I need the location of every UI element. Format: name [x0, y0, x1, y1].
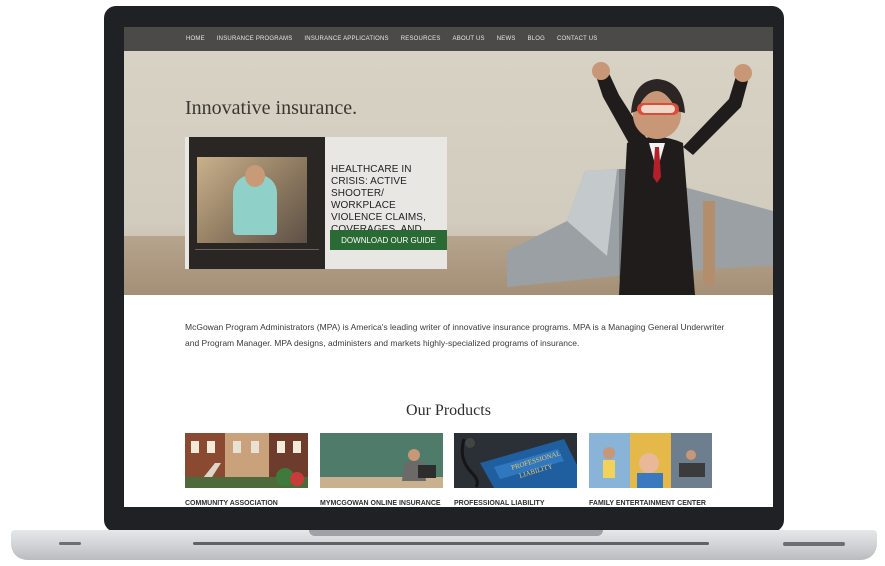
- laptop-port-right: [783, 542, 845, 546]
- nav-blog[interactable]: BLOG: [528, 36, 545, 42]
- hero-title: Innovative insurance.: [185, 97, 358, 119]
- laptop-base-notch: [309, 530, 603, 536]
- guide-promo-card: HEALTHCARE IN CRISIS: ACTIVE SHOOTER/ WO…: [185, 137, 447, 269]
- product-label: FAMILY ENTERTAINMENT CENTER INSURANCE: [589, 500, 706, 507]
- top-navigation: HOME INSURANCE PROGRAMS INSURANCE APPLIC…: [124, 27, 773, 51]
- product-label: PROFESSIONAL LIABILITY INSURANCE: [454, 500, 545, 507]
- nav-resources[interactable]: RESOURCES: [401, 36, 441, 42]
- hero-banner: Innovative insurance. HEALTHCARE IN CRIS…: [124, 51, 773, 295]
- product-image-family-fun: [589, 433, 712, 488]
- laptop-base: [11, 530, 877, 560]
- nav-news[interactable]: NEWS: [497, 36, 516, 42]
- nav-insurance-applications[interactable]: INSURANCE APPLICATIONS: [304, 36, 388, 42]
- guide-cover-footer: [195, 249, 319, 264]
- products-heading: Our Products: [406, 402, 491, 419]
- nav-about-us[interactable]: ABOUT US: [453, 36, 485, 42]
- nav-home[interactable]: HOME: [186, 36, 205, 42]
- laptop-port-left: [59, 542, 81, 545]
- product-image-townhouses: [185, 433, 308, 488]
- product-family-entertainment-center[interactable]: FAMILY ENTERTAINMENT CENTER INSURANCE: [589, 433, 712, 507]
- product-mymcgowan-online[interactable]: MYMCGOWAN ONLINE INSURANCE: [320, 433, 443, 507]
- guide-cover-person-head: [245, 165, 265, 187]
- download-guide-button[interactable]: DOWNLOAD OUR GUIDE: [330, 230, 447, 250]
- product-image-stethoscope-book: PROFESSIONAL LIABILITY: [454, 433, 577, 488]
- intro-paragraph: McGowan Program Administrators (MPA) is …: [185, 322, 725, 348]
- product-professional-liability[interactable]: PROFESSIONAL LIABILITY PROFESSIONAL LIAB…: [454, 433, 577, 507]
- website-screen: HOME INSURANCE PROGRAMS INSURANCE APPLIC…: [124, 27, 773, 507]
- product-label: COMMUNITY ASSOCIATION INSURANCE: [185, 500, 278, 507]
- nav-contact-us[interactable]: CONTACT US: [557, 36, 597, 42]
- nav-insurance-programs[interactable]: INSURANCE PROGRAMS: [217, 36, 293, 42]
- product-label: MYMCGOWAN ONLINE INSURANCE: [320, 500, 441, 507]
- product-image-classroom: [320, 433, 443, 488]
- product-community-association[interactable]: COMMUNITY ASSOCIATION INSURANCE: [185, 433, 308, 507]
- hero-kid-jetpack-image: [507, 62, 773, 295]
- laptop-base-groove: [193, 542, 709, 545]
